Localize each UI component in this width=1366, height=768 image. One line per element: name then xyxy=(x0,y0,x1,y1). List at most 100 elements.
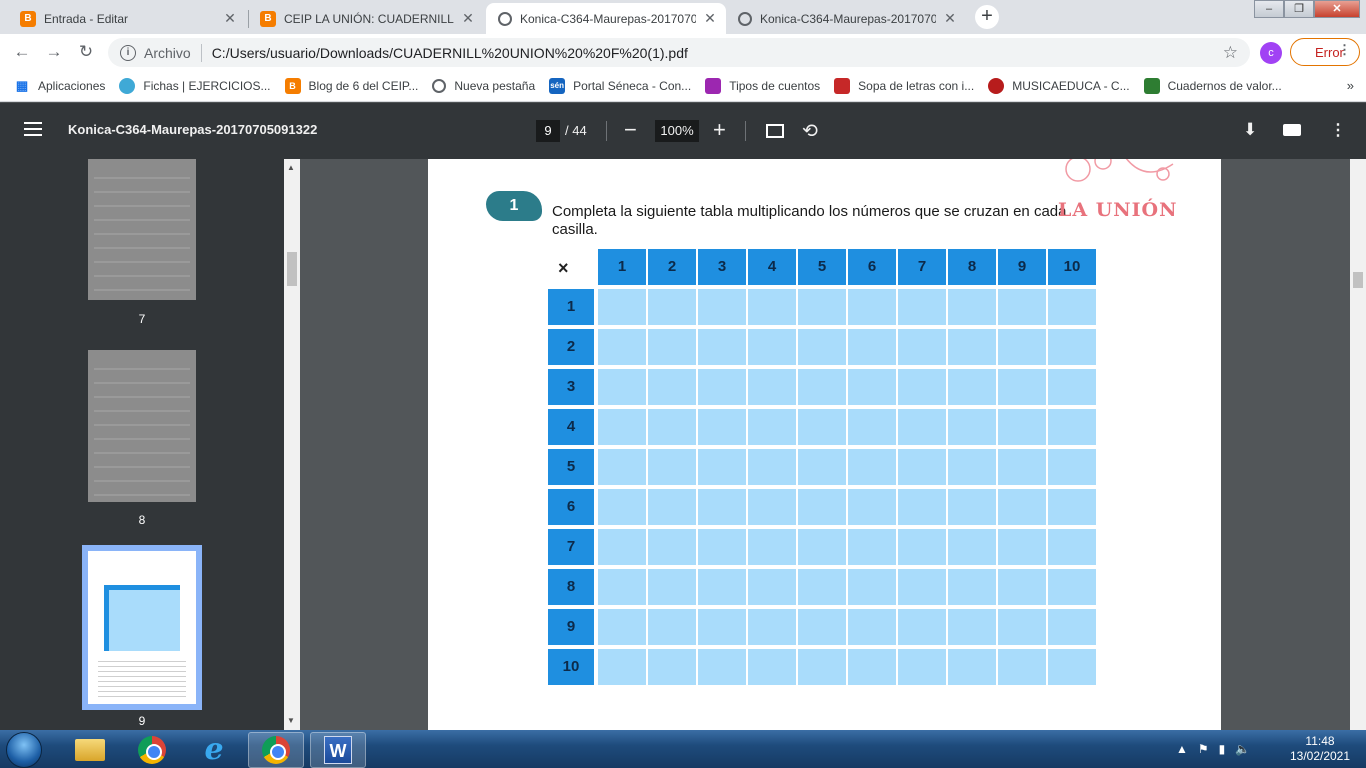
page-number-input[interactable]: 9 xyxy=(536,120,560,142)
exercise-instruction: Completa la siguiente tabla multiplicand… xyxy=(552,203,1067,238)
column-header: 5 xyxy=(798,249,846,285)
bookmark-blog-6[interactable]: B Blog de 6 del CEIP... xyxy=(284,77,418,94)
thumbnail-content xyxy=(94,356,190,496)
back-button[interactable]: ← xyxy=(10,40,34,64)
table-cell xyxy=(698,369,746,405)
zoom-level-input[interactable]: 100% xyxy=(655,120,699,142)
bookmark-seneca[interactable]: sén Portal Séneca - Con... xyxy=(549,77,691,94)
tab-entrada-editar[interactable]: B Entrada - Editar ✕ xyxy=(8,3,246,34)
new-tab-button[interactable]: + xyxy=(975,5,999,29)
rotate-icon[interactable]: ⟲ xyxy=(802,120,818,143)
forward-button[interactable]: → xyxy=(42,40,66,64)
minimize-button[interactable]: – xyxy=(1254,0,1284,18)
table-cell xyxy=(748,449,796,485)
error-button[interactable]: Error ⋮ xyxy=(1290,38,1360,66)
table-cell xyxy=(898,369,946,405)
tab-konica-active[interactable]: Konica-C364-Maurepas-2017070 ✕ xyxy=(486,3,726,34)
table-cell xyxy=(648,289,696,325)
zoom-out-button[interactable]: − xyxy=(624,117,637,143)
close-icon[interactable]: ✕ xyxy=(460,10,476,27)
thumbnail-label: 9 xyxy=(138,714,146,728)
bookmark-nueva-pestana[interactable]: Nueva pestaña xyxy=(432,78,535,93)
table-cell xyxy=(848,609,896,645)
url-text[interactable]: C:/Users/usuario/Downloads/CUADERNILL%20… xyxy=(212,45,688,61)
table-cell xyxy=(748,409,796,445)
table-cell xyxy=(848,369,896,405)
table-cell xyxy=(948,409,996,445)
volume-icon[interactable]: 🔈 xyxy=(1235,742,1250,756)
network-icon[interactable]: ▮ xyxy=(1219,742,1226,756)
bookmark-cuadernos-valores[interactable]: Cuadernos de valor... xyxy=(1143,77,1282,94)
print-icon[interactable] xyxy=(1283,124,1301,136)
table-cell xyxy=(748,569,796,605)
table-cell xyxy=(798,529,846,565)
menu-icon[interactable] xyxy=(24,122,42,136)
table-cell xyxy=(848,529,896,565)
start-button[interactable] xyxy=(6,732,42,768)
flag-icon[interactable]: ⚑ xyxy=(1198,742,1209,756)
column-header: 3 xyxy=(698,249,746,285)
thumbnail-page-8[interactable] xyxy=(88,350,196,502)
download-icon[interactable]: ⬇ xyxy=(1243,120,1257,140)
tab-ceip-cuadernillos[interactable]: B CEIP LA UNIÓN: CUADERNILLOS ✕ xyxy=(248,3,484,34)
taskbar-chrome[interactable] xyxy=(124,732,180,768)
row-header: 7 xyxy=(548,529,594,565)
column-header: 4 xyxy=(748,249,796,285)
taskbar-explorer[interactable] xyxy=(62,732,118,768)
tab-konica-2[interactable]: Konica-C364-Maurepas-2017070 ✕ xyxy=(726,3,966,34)
maximize-button[interactable]: ❐ xyxy=(1284,0,1314,18)
bookmark-star-icon[interactable]: ☆ xyxy=(1223,43,1238,63)
bookmark-sopa-letras[interactable]: Sopa de letras con i... xyxy=(834,77,974,94)
bookmarks-overflow-button[interactable]: » xyxy=(1347,78,1354,93)
row-header: 1 xyxy=(548,289,594,325)
taskbar-chrome-active[interactable] xyxy=(248,732,304,768)
sidebar-scroll-thumb[interactable] xyxy=(287,252,297,286)
table-cell xyxy=(848,329,896,365)
folder-icon xyxy=(75,739,105,761)
profile-avatar[interactable]: c xyxy=(1260,42,1282,64)
main-scroll-thumb[interactable] xyxy=(1353,272,1363,288)
fit-page-icon[interactable] xyxy=(766,124,784,138)
scroll-up-icon[interactable]: ▲ xyxy=(287,163,295,172)
table-cell xyxy=(848,289,896,325)
globe-icon xyxy=(738,11,752,26)
bookmark-musicaeduca[interactable]: MUSICAEDUCA - C... xyxy=(988,77,1130,94)
row-header: 6 xyxy=(548,489,594,525)
taskbar-internet-explorer[interactable]: e xyxy=(186,732,242,768)
close-window-button[interactable]: ✕ xyxy=(1314,0,1360,18)
reload-button[interactable]: ↻ xyxy=(74,40,98,64)
system-clock[interactable]: 11:48 13/02/2021 xyxy=(1280,734,1360,764)
info-icon[interactable]: i xyxy=(120,44,136,61)
column-header: 2 xyxy=(648,249,696,285)
thumbnail-page-7[interactable] xyxy=(88,159,196,300)
table-cell xyxy=(698,529,746,565)
table-cell xyxy=(898,489,946,525)
bookmark-tipos-cuentos[interactable]: Tipos de cuentos xyxy=(705,77,820,94)
more-vert-icon[interactable]: ⋮ xyxy=(1330,120,1346,140)
blogger-icon: B xyxy=(284,77,301,94)
table-cell xyxy=(648,329,696,365)
table-cell xyxy=(948,649,996,685)
close-icon[interactable]: ✕ xyxy=(222,10,238,27)
bookmark-fichas[interactable]: Fichas | EJERCICIOS... xyxy=(119,77,271,94)
close-icon[interactable]: ✕ xyxy=(702,10,718,27)
thumbnail-content xyxy=(94,165,190,294)
close-icon[interactable]: ✕ xyxy=(942,10,958,27)
sidebar-scrollbar[interactable] xyxy=(284,159,300,730)
toolbar-divider xyxy=(606,121,607,141)
taskbar-word[interactable]: W xyxy=(310,732,366,768)
zoom-in-button[interactable]: + xyxy=(713,117,726,143)
address-bar[interactable]: i Archivo C:/Users/usuario/Downloads/CUA… xyxy=(108,38,1250,67)
site-icon xyxy=(705,77,722,94)
chrome-icon xyxy=(138,736,166,764)
scroll-down-icon[interactable]: ▼ xyxy=(287,716,295,725)
table-cell xyxy=(898,609,946,645)
tray-expand-icon[interactable]: ▲ xyxy=(1176,742,1188,756)
table-cell xyxy=(798,329,846,365)
bookmark-aplicaciones[interactable]: ▦ Aplicaciones xyxy=(14,78,106,94)
site-icon xyxy=(988,77,1005,94)
main-scrollbar[interactable] xyxy=(1350,159,1366,730)
thumbnail-page-9[interactable] xyxy=(82,545,202,710)
table-cell xyxy=(798,369,846,405)
table-cell xyxy=(698,289,746,325)
